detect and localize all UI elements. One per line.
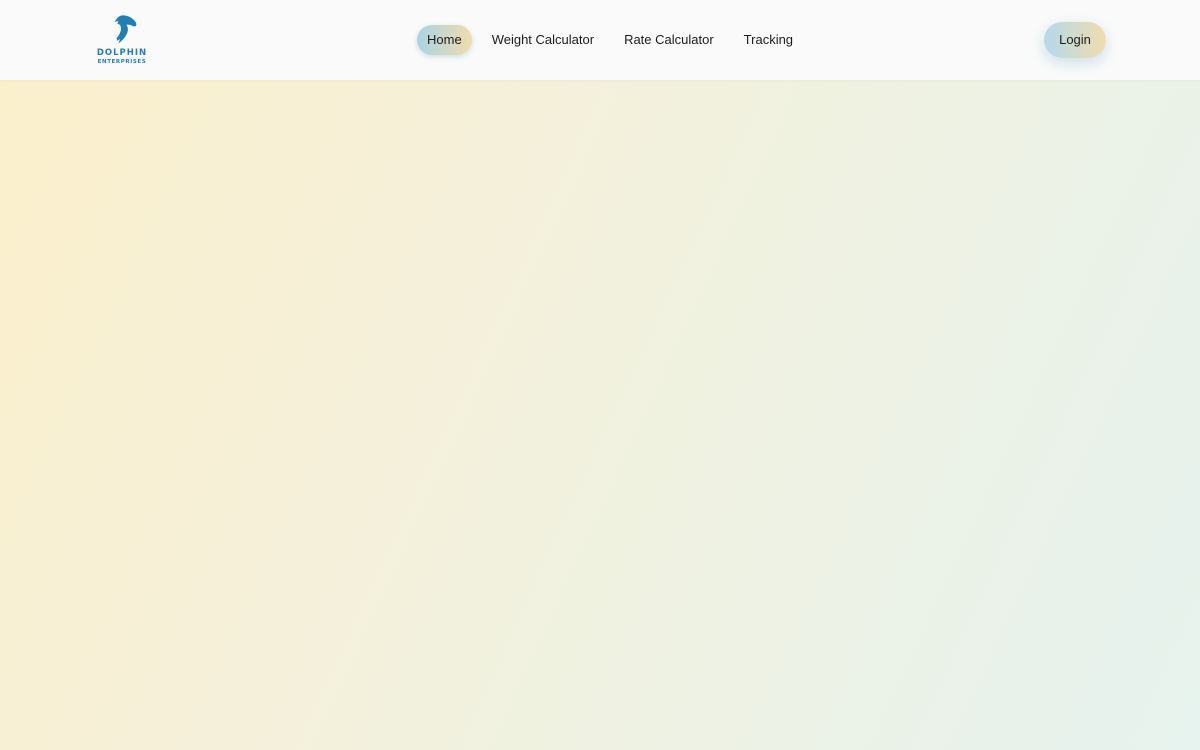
brand-name: DOLPHIN bbox=[96, 48, 148, 58]
nav-home[interactable]: Home bbox=[417, 25, 472, 55]
nav-rate-calculator[interactable]: Rate Calculator bbox=[614, 25, 724, 55]
brand-logo[interactable]: DOLPHIN ENTERPRISES bbox=[92, 12, 152, 68]
nav-weight-calculator[interactable]: Weight Calculator bbox=[482, 25, 604, 55]
main-nav: Home Weight Calculator Rate Calculator T… bbox=[417, 25, 803, 55]
dolphin-icon bbox=[114, 15, 137, 44]
hero-background bbox=[0, 80, 1200, 750]
login-button[interactable]: Login bbox=[1044, 22, 1106, 58]
top-navbar: DOLPHIN ENTERPRISES Home Weight Calculat… bbox=[0, 0, 1200, 80]
nav-tracking[interactable]: Tracking bbox=[734, 25, 803, 55]
brand-tagline: ENTERPRISES bbox=[97, 59, 147, 65]
